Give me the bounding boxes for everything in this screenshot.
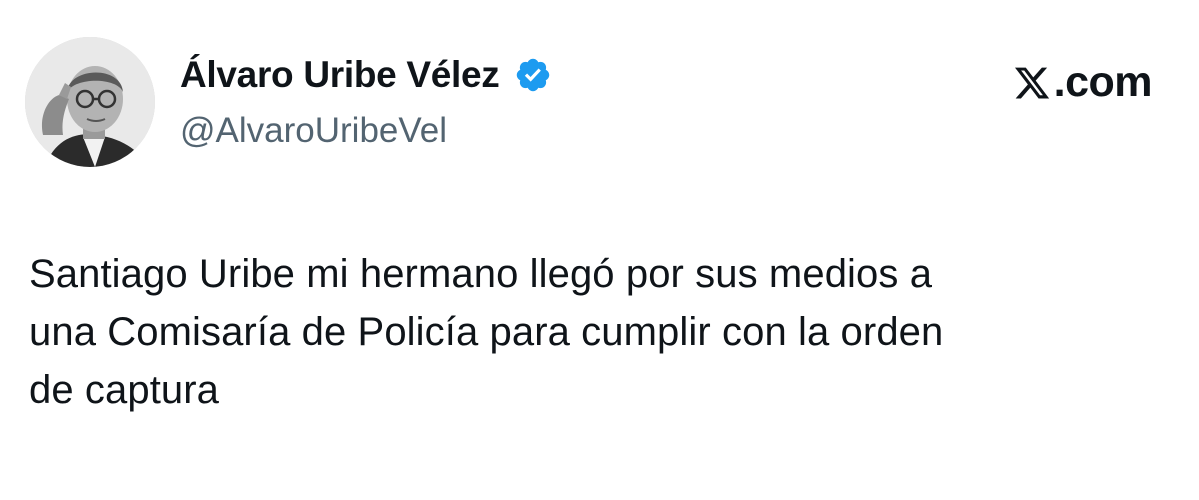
- x-logo-icon: [1013, 64, 1051, 102]
- tweet-text-line: una Comisaría de Policía para cumplir co…: [29, 310, 944, 354]
- avatar[interactable]: [25, 37, 155, 167]
- tweet-text-line: de captura: [29, 368, 220, 412]
- author-name-row: Álvaro Uribe Vélez: [180, 52, 552, 98]
- verified-badge-icon: [514, 56, 552, 94]
- tweet-card: Álvaro Uribe Vélez @AlvaroUribeVel .com …: [0, 0, 1199, 500]
- brand-label: .com: [1053, 58, 1153, 106]
- profile-photo: [25, 37, 155, 167]
- tweet-text-line: Santiago Uribe mi hermano llegó por sus …: [29, 252, 933, 296]
- author-handle[interactable]: @AlvaroUribeVel: [180, 111, 447, 151]
- display-name[interactable]: Álvaro Uribe Vélez: [180, 54, 500, 96]
- brand-logo: .com: [1013, 58, 1153, 107]
- tweet-text: Santiago Uribe mi hermano llegó por sus …: [29, 245, 1169, 419]
